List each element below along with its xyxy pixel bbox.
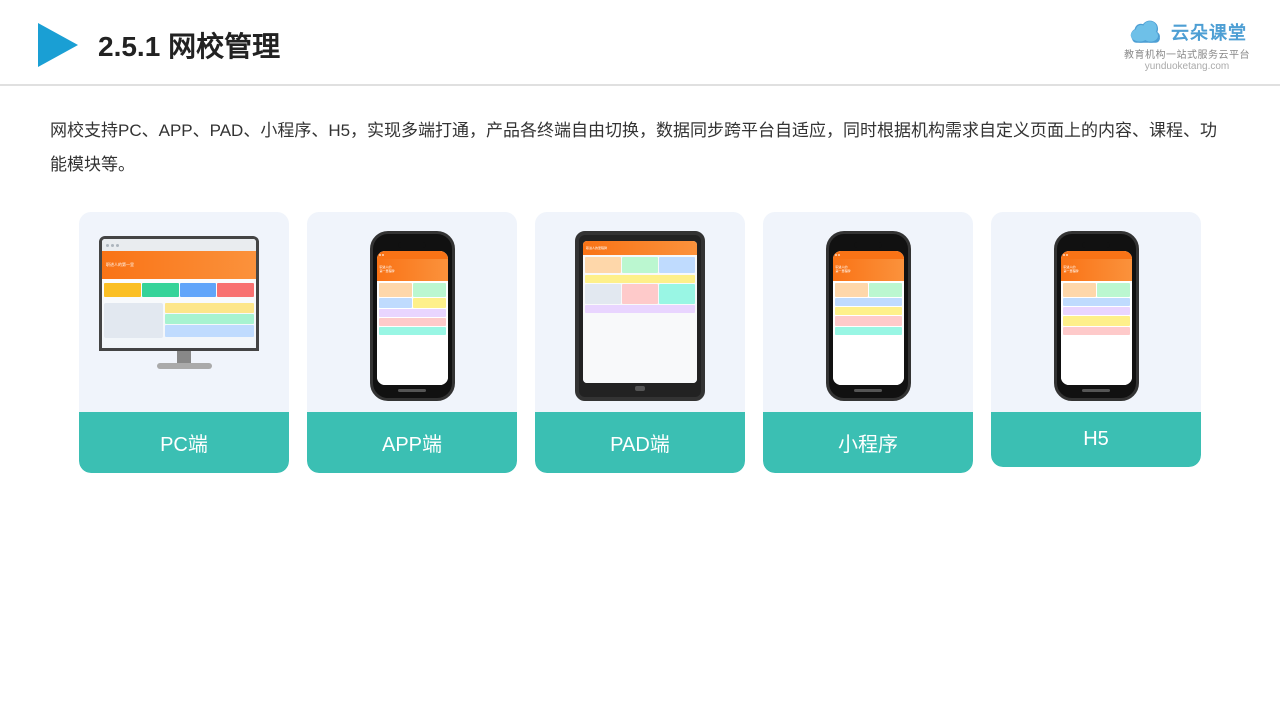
header: 2.5.1 网校管理 云朵课堂 教育机构一站式服务云平台 yunduoketan… — [0, 0, 1280, 86]
card-pad: 职进人的里程碑 — [535, 212, 745, 473]
play-icon — [30, 19, 82, 71]
logo-area: 云朵课堂 教育机构一站式服务云平台 yunduoketang.com — [1124, 18, 1250, 72]
h5-image-area: 职进人的第一里程碑 — [991, 212, 1201, 412]
app-phone: 职进人的第一里程碑 — [370, 231, 455, 401]
pad-tablet: 职进人的里程碑 — [575, 231, 705, 401]
card-miniprogram: 职进人的第一里程碑 — [763, 212, 973, 473]
pc-monitor: 职进人的第一里 — [99, 236, 269, 396]
logo-url: yunduoketang.com — [1145, 61, 1230, 72]
logo-cloud: 云朵课堂 — [1127, 18, 1247, 46]
header-left: 2.5.1 网校管理 — [30, 19, 280, 71]
h5-phone: 职进人的第一里程碑 — [1054, 231, 1139, 401]
miniprogram-label: 小程序 — [763, 412, 973, 473]
logo-text: 云朵课堂 — [1171, 19, 1247, 45]
logo-sub-text: 教育机构一站式服务云平台 — [1124, 46, 1250, 61]
title-text: 网校管理 — [168, 31, 280, 62]
card-h5: 职进人的第一里程碑 — [991, 212, 1201, 467]
pad-image-area: 职进人的里程碑 — [535, 212, 745, 412]
main-content: 网校支持PC、APP、PAD、小程序、H5，实现多端打通，产品各终端自由切换，数… — [0, 86, 1280, 493]
card-pc: 职进人的第一里 — [79, 212, 289, 473]
cloud-icon — [1127, 18, 1165, 46]
h5-label: H5 — [991, 412, 1201, 467]
page-title: 2.5.1 网校管理 — [98, 25, 280, 65]
pad-label: PAD端 — [535, 412, 745, 473]
app-label: APP端 — [307, 412, 517, 473]
title-num: 2.5.1 — [98, 31, 160, 62]
pc-image-area: 职进人的第一里 — [79, 212, 289, 412]
app-image-area: 职进人的第一里程碑 — [307, 212, 517, 412]
description-text: 网校支持PC、APP、PAD、小程序、H5，实现多端打通，产品各终端自由切换，数… — [50, 114, 1230, 182]
miniprogram-image-area: 职进人的第一里程碑 — [763, 212, 973, 412]
miniprogram-phone: 职进人的第一里程碑 — [826, 231, 911, 401]
card-app: 职进人的第一里程碑 — [307, 212, 517, 473]
cards-row: 职进人的第一里 — [50, 212, 1230, 473]
pc-label: PC端 — [79, 412, 289, 473]
